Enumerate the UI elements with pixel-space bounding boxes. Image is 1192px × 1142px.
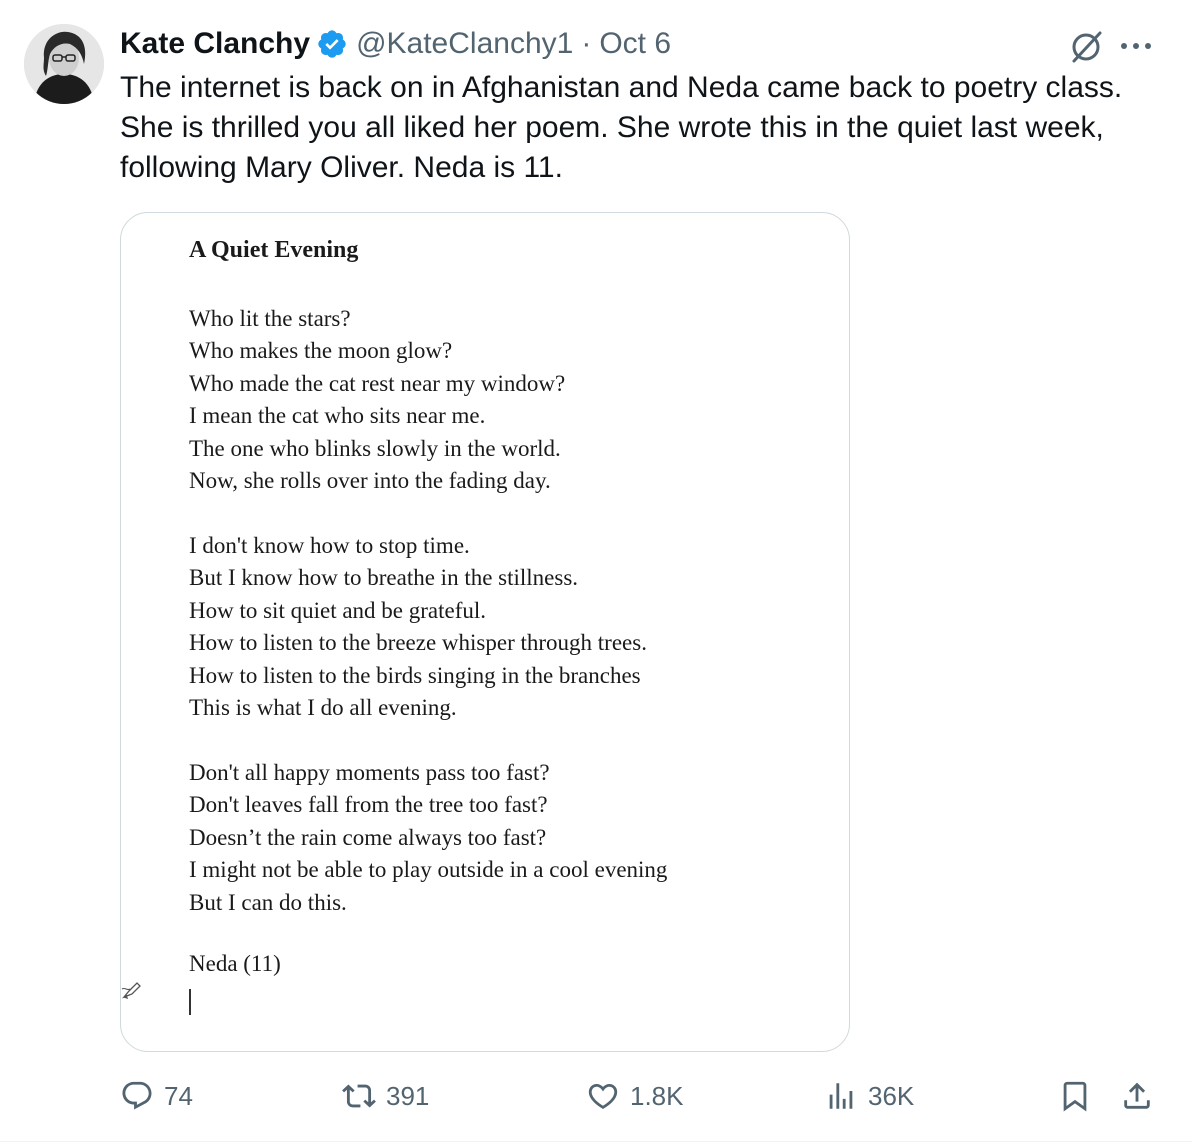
action-bar: 74 391 1.8K 36K	[120, 1070, 1160, 1122]
poem-line: I might not be able to play outside in a…	[189, 857, 668, 883]
poem-line: How to listen to the birds singing in th…	[189, 662, 641, 688]
avatar-image	[24, 24, 104, 104]
poem-line: Who made the cat rest near my window?	[189, 370, 566, 396]
poem-line: Don't all happy moments pass too fast?	[189, 760, 550, 785]
retweet-button[interactable]: 391	[342, 1070, 429, 1122]
poem-line: I mean the cat who sits near me.	[189, 403, 486, 429]
text-cursor	[189, 989, 191, 1015]
handle[interactable]: @KateClanchy1	[356, 27, 573, 61]
reply-icon	[122, 1081, 152, 1110]
poem-line: Who makes the moon glow?	[189, 338, 453, 364]
poem-line: Don't leaves fall from the tree too fast…	[189, 792, 548, 818]
views-icon	[829, 1083, 853, 1109]
poem-line: Now, she rolls over into the fading day.	[189, 467, 551, 493]
poem-line: This is what I do all evening.	[189, 694, 457, 720]
avatar[interactable]	[24, 24, 104, 104]
share-icon	[1124, 1082, 1150, 1109]
timestamp[interactable]: Oct 6	[599, 27, 671, 61]
bookmark-icon	[1063, 1081, 1087, 1112]
poem-line: I don't know how to stop time.	[189, 533, 470, 558]
retweet-count: 391	[386, 1080, 430, 1111]
like-button[interactable]: 1.8K	[586, 1070, 684, 1122]
reply-button[interactable]: 74	[120, 1070, 193, 1122]
stanza-2: I don't know how to stop time. But I kno…	[189, 530, 647, 724]
poem-line: Who lit the stars?	[189, 306, 351, 331]
tweet-header: Kate Clanchy @KateClanchy1 · Oct 6	[120, 24, 671, 64]
poem-line: But I know how to breathe in the stillne…	[189, 565, 579, 591]
poem-title: A Quiet Evening	[189, 237, 359, 263]
reply-count: 74	[164, 1080, 193, 1111]
verified-badge-icon	[318, 30, 346, 58]
media-image[interactable]: A Quiet Evening Who lit the stars? Who m…	[120, 212, 850, 1052]
poem-line: How to listen to the breeze whisper thro…	[189, 630, 647, 656]
views-count: 36K	[868, 1080, 915, 1111]
heart-icon	[588, 1083, 618, 1109]
poem-line: Doesn’t the rain come always too fast?	[189, 824, 547, 850]
like-count: 1.8K	[630, 1080, 684, 1111]
poem-author: Neda (11)	[189, 951, 281, 976]
tweet-text: The internet is back on in Afghanistan a…	[120, 71, 1123, 184]
poem-line: The one who blinks slowly in the world.	[189, 435, 561, 461]
separator: ·	[581, 27, 592, 60]
poem-line: How to sit quiet and be grateful.	[189, 597, 487, 623]
pen-cursor-icon	[121, 982, 141, 1000]
views-button[interactable]: 36K	[824, 1070, 914, 1122]
more-icon[interactable]	[1116, 32, 1156, 60]
poem-line: But I can do this.	[189, 889, 347, 915]
display-name[interactable]: Kate Clanchy	[120, 27, 310, 61]
stanza-1: Who lit the stars? Who makes the moon gl…	[189, 303, 565, 497]
grok-icon[interactable]	[1068, 28, 1104, 64]
bookmark-button[interactable]	[1058, 1070, 1092, 1122]
retweet-icon	[342, 1084, 376, 1108]
tweet[interactable]: Kate Clanchy @KateClanchy1 · Oct 6 The i…	[0, 0, 1192, 1142]
stanza-3: Don't all happy moments pass too fast? D…	[189, 757, 667, 919]
share-button[interactable]	[1120, 1070, 1154, 1122]
